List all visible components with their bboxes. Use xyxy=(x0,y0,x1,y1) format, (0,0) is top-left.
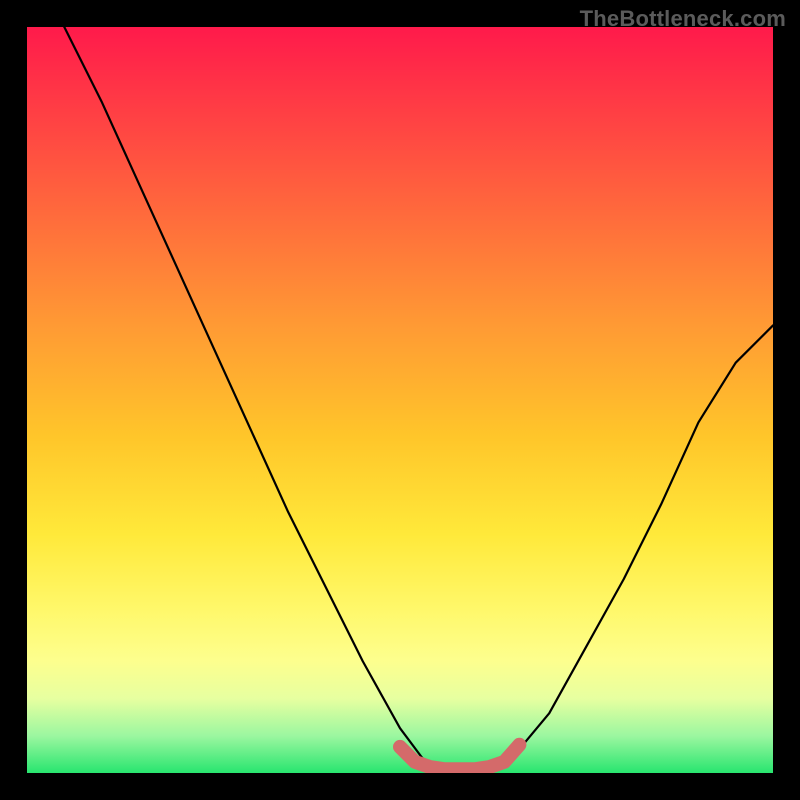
plot-area xyxy=(27,27,773,773)
curve-layer xyxy=(27,27,773,773)
optimal-range-marker xyxy=(400,745,519,770)
chart-frame: TheBottleneck.com xyxy=(0,0,800,800)
bottleneck-curve xyxy=(64,27,773,773)
